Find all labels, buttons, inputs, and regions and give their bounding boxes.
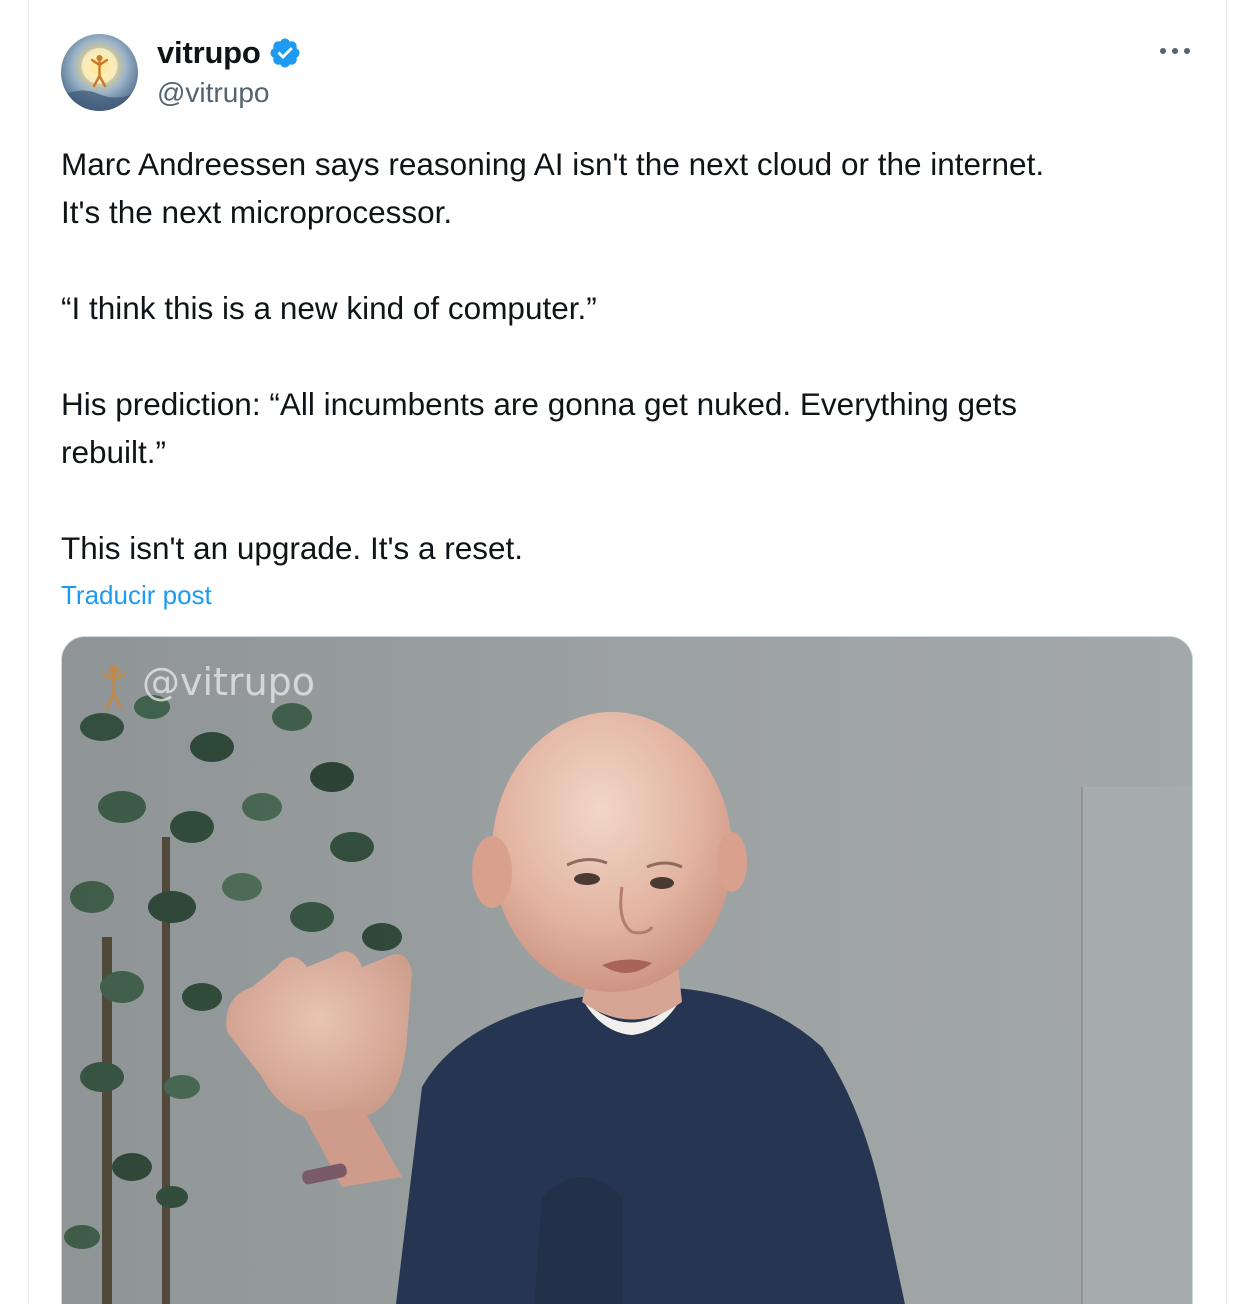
verified-badge-icon <box>268 36 302 70</box>
author-handle[interactable]: @vitrupo <box>157 75 269 111</box>
tweet-paragraph: “I think this is a new kind of computer.… <box>61 290 597 326</box>
more-horizontal-icon <box>1160 48 1190 54</box>
video-watermark: @vitrupo <box>142 660 316 704</box>
tweet-paragraph: Marc Andreessen says reasoning AI isn't … <box>61 146 1045 230</box>
author-display-name[interactable]: vitrupo <box>157 33 261 73</box>
avatar-figure-icon <box>61 48 138 111</box>
video-frame <box>62 637 1192 1304</box>
more-options-button[interactable] <box>1155 34 1195 68</box>
tweet-paragraph: His prediction: “All incumbents are gonn… <box>61 386 1018 470</box>
watermark-logo-icon <box>92 660 136 716</box>
page: vitrupo @vitrupo Marc Andreessen says re… <box>0 0 1256 1304</box>
tweet-video[interactable] <box>61 636 1193 1304</box>
tweet-text: Marc Andreessen says reasoning AI isn't … <box>61 140 1171 572</box>
tweet-paragraph: This isn't an upgrade. It's a reset. <box>61 530 524 566</box>
author-avatar[interactable] <box>61 34 138 111</box>
translate-post-link[interactable]: Traducir post <box>61 578 212 612</box>
